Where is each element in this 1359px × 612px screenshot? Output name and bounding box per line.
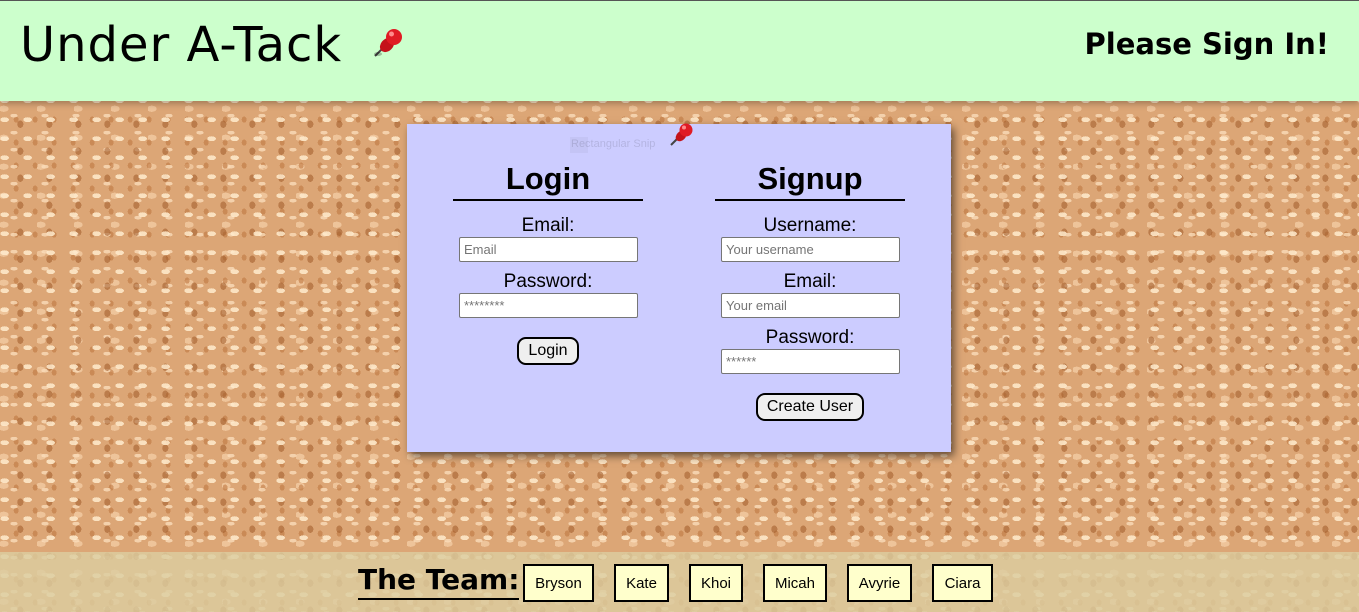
login-heading: Login <box>453 160 643 201</box>
login-form: Login Email: Password: Login <box>453 160 643 365</box>
create-user-button[interactable]: Create User <box>755 393 865 421</box>
site-title: Under A-Tack <box>20 17 343 73</box>
pushpin-icon <box>670 123 693 146</box>
sign-in-status: Please Sign In! <box>1084 27 1329 61</box>
signup-password-label: Password: <box>765 327 855 348</box>
team-label: The Team: <box>358 562 520 600</box>
signup-username-label: Username: <box>763 215 857 236</box>
login-password-input[interactable] <box>459 293 638 318</box>
pushpin-icon <box>374 29 402 57</box>
login-button[interactable]: Login <box>517 337 579 365</box>
auth-card: Rectangular Snip Login Email: Password: … <box>407 123 951 452</box>
snip-overlay-text: Rectangular Snip <box>571 138 656 150</box>
signup-form: Signup Username: Email: Password: Create… <box>715 160 905 421</box>
team-member-bryson: Bryson <box>523 564 594 602</box>
team-member-ciara: Ciara <box>932 564 993 602</box>
site-header: Under A-Tack Please Sign In! <box>0 0 1359 101</box>
signup-email-input[interactable] <box>721 293 900 318</box>
login-email-label: Email: <box>521 215 575 236</box>
team-member-kate: Kate <box>614 564 669 602</box>
login-email-input[interactable] <box>459 237 638 262</box>
login-password-label: Password: <box>503 271 593 292</box>
signup-heading: Signup <box>715 160 905 201</box>
team-member-micah: Micah <box>763 564 827 602</box>
team-member-avyrie: Avyrie <box>847 564 912 602</box>
signup-password-input[interactable] <box>721 349 900 374</box>
signup-username-input[interactable] <box>721 237 900 262</box>
team-member-khoi: Khoi <box>689 564 743 602</box>
signup-email-label: Email: <box>783 271 837 292</box>
team-footer: The Team: Bryson Kate Khoi Micah Avyrie … <box>0 552 1359 612</box>
